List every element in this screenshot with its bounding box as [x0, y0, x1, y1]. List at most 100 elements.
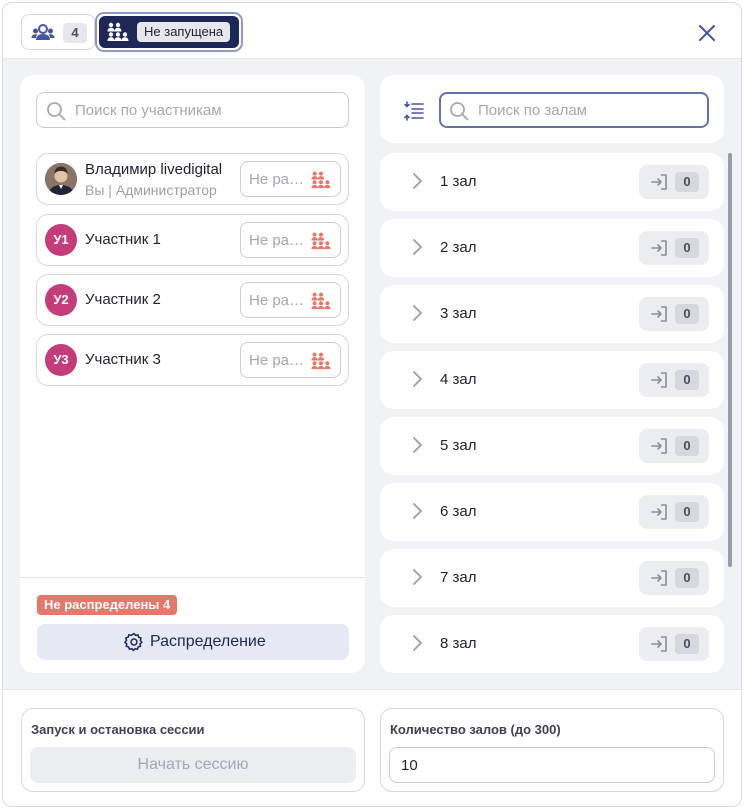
room-participant-count: 0 [675, 304, 699, 324]
session-controls: Запуск и остановка сессии Начать сессию … [3, 689, 741, 806]
top-bar: 4 Не запущена [3, 3, 741, 59]
participant-row[interactable]: Владимир livedigital Вы | Администратор … [36, 153, 349, 205]
breakout-rooms-icon [107, 22, 129, 41]
chevron-right-icon[interactable] [407, 368, 427, 390]
chevron-right-icon[interactable] [407, 632, 427, 654]
breakout-rooms-icon [311, 352, 331, 370]
rooms-search-input[interactable] [478, 99, 698, 121]
room-row[interactable]: 5 зал 0 [380, 417, 724, 475]
participant-row[interactable]: У2 Участник 2 Не распределен [36, 274, 349, 326]
assign-room-select[interactable]: Не распределен [240, 282, 341, 318]
session-card-title: Запуск и остановка сессии [31, 722, 205, 737]
rooms-search[interactable] [439, 92, 709, 128]
close-icon[interactable] [695, 21, 719, 45]
room-name: 6 зал [440, 503, 477, 520]
room-participant-count: 0 [675, 502, 699, 522]
join-room-button[interactable]: 0 [639, 363, 709, 397]
rooms-toolbar [380, 75, 724, 143]
avatar [45, 163, 77, 195]
unassigned-badge: Не распределены 4 [37, 595, 178, 615]
room-participant-count: 0 [675, 568, 699, 588]
search-icon [450, 102, 469, 121]
chevron-right-icon[interactable] [407, 236, 427, 258]
join-room-button[interactable]: 0 [639, 231, 709, 265]
room-row[interactable]: 6 зал 0 [380, 483, 724, 541]
chevron-right-icon[interactable] [407, 500, 427, 522]
join-room-button[interactable]: 0 [639, 297, 709, 331]
assign-room-label: Не распределен [249, 232, 309, 249]
scrollbar[interactable] [728, 153, 732, 567]
participant-role: Вы | Администратор [85, 182, 217, 198]
room-name: 5 зал [440, 437, 477, 454]
avatar: У3 [45, 344, 77, 376]
participant-row[interactable]: У1 Участник 1 Не распределен [36, 214, 349, 266]
people-icon [31, 24, 55, 40]
enter-icon [651, 372, 667, 388]
enter-icon [651, 174, 667, 190]
breakout-rooms-window: 4 Не запущена Поиск по участникам Владим… [2, 2, 742, 807]
start-session-button[interactable]: Начать сессию [30, 747, 356, 783]
join-room-button[interactable]: 0 [639, 495, 709, 529]
assign-room-label: Не распределен [249, 352, 309, 369]
room-count-card: Количество залов (до 300) [380, 708, 724, 792]
assign-room-select[interactable]: Не распределен [240, 222, 341, 258]
assign-room-label: Не распределен [249, 171, 309, 188]
participant-name: Владимир livedigital [85, 161, 223, 178]
participant-name: Участник 1 [85, 231, 161, 248]
room-participant-count: 0 [675, 172, 699, 192]
room-name: 3 зал [440, 305, 477, 322]
room-row[interactable]: 4 зал 0 [380, 351, 724, 409]
room-name: 7 зал [440, 569, 477, 586]
join-room-button[interactable]: 0 [639, 165, 709, 199]
chevron-right-icon[interactable] [407, 170, 427, 192]
session-card: Запуск и остановка сессии Начать сессию [21, 708, 365, 792]
room-participant-count: 0 [675, 370, 699, 390]
room-row[interactable]: 3 зал 0 [380, 285, 724, 343]
chevron-right-icon[interactable] [407, 434, 427, 456]
chevron-right-icon[interactable] [407, 302, 427, 324]
room-name: 8 зал [440, 635, 477, 652]
room-participant-count: 0 [675, 634, 699, 654]
chevron-right-icon[interactable] [407, 566, 427, 588]
join-room-button[interactable]: 0 [639, 429, 709, 463]
breakout-rooms-icon [311, 171, 331, 189]
room-row[interactable]: 2 зал 0 [380, 219, 724, 277]
sort-icon[interactable] [402, 99, 426, 123]
participant-row[interactable]: У3 Участник 3 Не распределен [36, 334, 349, 386]
avatar: У1 [45, 224, 77, 256]
session-status-tab-inner: Не запущена [99, 16, 239, 48]
assign-room-select[interactable]: Не распределен [240, 342, 341, 378]
participants-search-input[interactable] [75, 99, 340, 121]
divider [20, 577, 365, 578]
enter-icon [651, 570, 667, 586]
participants-count-badge: 4 [63, 23, 87, 43]
participants-tab[interactable]: 4 [21, 14, 95, 50]
join-room-button[interactable]: 0 [639, 561, 709, 595]
participants-search[interactable] [36, 92, 349, 128]
enter-icon [651, 306, 667, 322]
room-row[interactable]: 7 зал 0 [380, 549, 724, 607]
assign-room-label: Не распределен [249, 292, 309, 309]
room-name: 2 зал [440, 239, 477, 256]
room-name: 4 зал [440, 371, 477, 388]
distribute-label: Распределение [150, 633, 266, 650]
session-status-tab[interactable]: Не запущена [95, 12, 243, 52]
participant-name: Участник 3 [85, 351, 161, 368]
participants-panel: Владимир livedigital Вы | Администратор … [20, 75, 365, 673]
breakout-rooms-icon [311, 232, 331, 250]
gear-icon [124, 632, 143, 652]
avatar-photo-icon [45, 163, 77, 195]
avatar: У2 [45, 284, 77, 316]
enter-icon [651, 636, 667, 652]
room-row[interactable]: 1 зал 0 [380, 153, 724, 211]
distribute-button[interactable]: Распределение [37, 624, 349, 660]
room-participant-count: 0 [675, 238, 699, 258]
assign-room-select[interactable]: Не распределен [240, 161, 341, 197]
room-row[interactable]: 8 зал 0 [380, 615, 724, 673]
join-room-button[interactable]: 0 [639, 627, 709, 661]
enter-icon [651, 240, 667, 256]
room-count-input[interactable] [389, 747, 715, 783]
participant-name: Участник 2 [85, 291, 161, 308]
session-status-label: Не запущена [137, 22, 231, 42]
enter-icon [651, 504, 667, 520]
